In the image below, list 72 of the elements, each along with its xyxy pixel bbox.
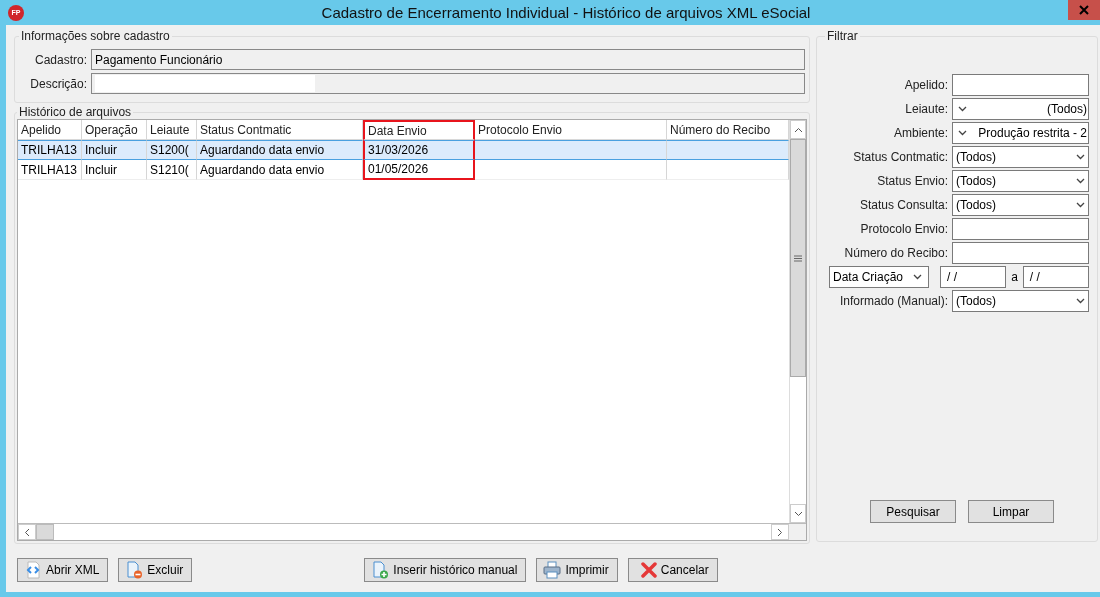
chevron-down-icon — [913, 274, 922, 280]
scrollbar-corner — [789, 524, 806, 540]
group-title: Informações sobre cadastro — [20, 29, 171, 43]
document-remove-icon — [125, 561, 144, 579]
vertical-scrollbar[interactable] — [789, 120, 806, 523]
table-cell[interactable]: S1200( — [147, 140, 197, 160]
window-title: Cadastro de Encerramento Individual - Histórico de arquivos XML eSocial — [320, 4, 812, 21]
scroll-up-icon[interactable] — [793, 126, 803, 133]
table-cell[interactable]: Aguardando data envio — [197, 140, 363, 160]
dropdown[interactable]: (Todos) — [952, 290, 1089, 312]
dropdown[interactable]: (Todos) — [952, 194, 1089, 216]
field-label: Protocolo Envio: — [859, 222, 949, 236]
field-label: Informado (Manual): — [838, 294, 949, 308]
dropdown[interactable]: (Todos) — [952, 146, 1089, 168]
table-cell[interactable]: Aguardando data envio — [197, 160, 363, 180]
field-label: Número do Recibo: — [843, 246, 949, 260]
field-label: Leiaute: — [904, 102, 949, 116]
field-label: Descrição: — [29, 76, 88, 91]
group-title: Histórico de arquivos — [18, 105, 133, 119]
table-cell[interactable]: 01/05/2026 — [363, 160, 475, 180]
range-separator: a — [1010, 270, 1019, 284]
date-field[interactable]: / / — [940, 266, 1007, 288]
chevron-down-icon — [958, 106, 967, 112]
table-cell[interactable]: Incluir — [82, 160, 147, 180]
code-file-icon — [24, 561, 42, 579]
action-button[interactable]: Imprimir — [536, 558, 618, 582]
action-button[interactable]: Abrir XML — [17, 558, 109, 582]
table-cell[interactable] — [475, 160, 667, 180]
group-title: Filtrar — [826, 29, 859, 43]
scroll-right-icon[interactable] — [777, 527, 783, 537]
grip-icon — [794, 254, 802, 262]
field-label: Ambiente: — [892, 126, 949, 140]
filter-button[interactable]: Pesquisar — [870, 500, 956, 523]
dropdown[interactable]: Produção restrita - 2 — [952, 122, 1089, 144]
date-field[interactable]: / / — [1022, 266, 1089, 288]
input-field[interactable] — [952, 242, 1089, 264]
dropdown[interactable]: (Todos) — [952, 170, 1089, 192]
table-cell[interactable]: S1210( — [147, 160, 197, 180]
action-button[interactable]: Cancelar — [627, 558, 718, 582]
chevron-down-icon — [1076, 154, 1085, 160]
chevron-down-icon — [1076, 298, 1085, 304]
dropdown[interactable]: (Todos) — [952, 98, 1089, 120]
action-button[interactable]: Inserir histórico manual — [364, 558, 527, 582]
table-cell[interactable] — [475, 140, 667, 160]
table-cell[interactable]: TRILHA13 — [18, 140, 82, 160]
table-cell[interactable] — [667, 140, 789, 160]
filter-button[interactable]: Limpar — [968, 500, 1054, 523]
scroll-left-icon[interactable] — [24, 527, 30, 537]
table-cell[interactable]: 31/03/2026 — [363, 140, 475, 160]
input-field[interactable] — [952, 74, 1089, 96]
field-label: Cadastro: — [33, 52, 88, 67]
horizontal-scrollbar[interactable] — [18, 524, 789, 540]
close-button[interactable] — [1068, 0, 1100, 20]
cancel-icon — [640, 562, 657, 578]
table-cell[interactable]: Incluir — [82, 140, 147, 160]
close-icon — [1079, 5, 1089, 15]
action-button[interactable]: Excluir — [118, 558, 193, 582]
document-add-icon — [371, 561, 390, 579]
date-type-dropdown[interactable]: Data Criação — [829, 266, 929, 288]
table-cell[interactable]: TRILHA13 — [18, 160, 82, 180]
chevron-down-icon — [958, 130, 967, 136]
chevron-down-icon — [1076, 178, 1085, 184]
field-label: Apelido: — [903, 78, 949, 92]
scroll-down-icon[interactable] — [793, 510, 803, 517]
field-label: Status Contmatic: — [852, 150, 949, 164]
chevron-down-icon — [1076, 202, 1085, 208]
input-field[interactable] — [952, 218, 1089, 240]
printer-icon — [543, 561, 562, 579]
field-value: Pagamento Funcionário — [95, 52, 223, 67]
field-label: Status Consulta: — [858, 198, 949, 212]
field-label: Status Envio: — [876, 174, 949, 188]
scroll-thumb[interactable] — [36, 524, 54, 540]
